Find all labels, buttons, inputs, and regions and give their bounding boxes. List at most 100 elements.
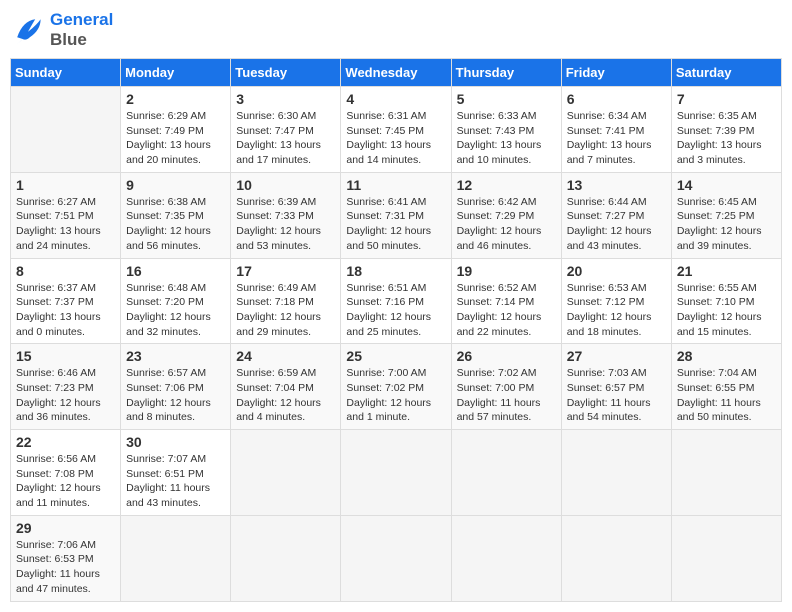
day-info: Sunrise: 6:49 AMSunset: 7:18 PMDaylight:… (236, 281, 335, 340)
logo-icon (10, 12, 46, 48)
header-sunday: Sunday (11, 59, 121, 87)
calendar-cell (561, 515, 671, 601)
calendar-cell: 26 Sunrise: 7:02 AMSunset: 7:00 PMDayligh… (451, 344, 561, 430)
calendar-cell: 22Sunrise: 6:56 AMSunset: 7:08 PMDayligh… (11, 430, 121, 516)
calendar-cell: 15 Sunrise: 6:46 AMSunset: 7:23 PMDayligh… (11, 344, 121, 430)
day-number: 11 (346, 177, 445, 193)
calendar-cell (561, 430, 671, 516)
day-number: 24 (236, 348, 335, 364)
day-number: 29 (16, 520, 115, 536)
day-info: Sunrise: 7:07 AMSunset: 6:51 PMDaylight:… (126, 452, 225, 511)
day-info: Sunrise: 6:48 AMSunset: 7:20 PMDaylight:… (126, 281, 225, 340)
calendar-cell (671, 515, 781, 601)
calendar-cell: 10 Sunrise: 6:39 AMSunset: 7:33 PMDayligh… (231, 172, 341, 258)
calendar-cell (451, 430, 561, 516)
day-number: 9 (126, 177, 225, 193)
day-number: 15 (16, 348, 115, 364)
calendar-cell: 27Sunrise: 7:03 AMSunset: 6:57 PMDayligh… (561, 344, 671, 430)
day-info: Sunrise: 6:37 AMSunset: 7:37 PMDaylight:… (16, 281, 115, 340)
day-info: Sunrise: 6:44 AMSunset: 7:27 PMDaylight:… (567, 195, 666, 254)
calendar-cell: 24 Sunrise: 6:59 AMSunset: 7:04 PMDayligh… (231, 344, 341, 430)
logo-text: General Blue (50, 10, 113, 50)
day-info: Sunrise: 6:52 AMSunset: 7:14 PMDaylight:… (457, 281, 556, 340)
day-info: Sunrise: 6:39 AMSunset: 7:33 PMDaylight:… (236, 195, 335, 254)
calendar-cell: 2 Sunrise: 6:29 AMSunset: 7:49 PMDaylight… (121, 87, 231, 173)
calendar-cell: 19 Sunrise: 6:52 AMSunset: 7:14 PMDayligh… (451, 258, 561, 344)
day-number: 19 (457, 263, 556, 279)
calendar-cell: 3Sunrise: 6:30 AMSunset: 7:47 PMDaylight… (231, 87, 341, 173)
header-monday: Monday (121, 59, 231, 87)
calendar-cell: 23 Sunrise: 6:57 AMSunset: 7:06 PMDayligh… (121, 344, 231, 430)
day-number: 7 (677, 91, 776, 107)
calendar-cell: 17 Sunrise: 6:49 AMSunset: 7:18 PMDayligh… (231, 258, 341, 344)
day-number: 8 (16, 263, 115, 279)
day-number: 25 (346, 348, 445, 364)
day-number: 28 (677, 348, 776, 364)
header-friday: Friday (561, 59, 671, 87)
day-number: 12 (457, 177, 556, 193)
calendar-week-row: 8 Sunrise: 6:37 AMSunset: 7:37 PMDaylight… (11, 258, 782, 344)
calendar-cell (341, 430, 451, 516)
header-wednesday: Wednesday (341, 59, 451, 87)
day-number: 14 (677, 177, 776, 193)
day-number: 17 (236, 263, 335, 279)
calendar-week-row: 1 Sunrise: 6:27 AMSunset: 7:51 PMDaylight… (11, 172, 782, 258)
calendar-cell: 9 Sunrise: 6:38 AMSunset: 7:35 PMDaylight… (121, 172, 231, 258)
logo: General Blue (10, 10, 113, 50)
calendar-cell (341, 515, 451, 601)
day-info: Sunrise: 6:53 AMSunset: 7:12 PMDaylight:… (567, 281, 666, 340)
calendar-cell (231, 515, 341, 601)
day-number: 16 (126, 263, 225, 279)
calendar-cell: 1 Sunrise: 6:27 AMSunset: 7:51 PMDaylight… (11, 172, 121, 258)
day-number: 30 (126, 434, 225, 450)
day-info: Sunrise: 6:41 AMSunset: 7:31 PMDaylight:… (346, 195, 445, 254)
calendar-cell: 29Sunrise: 7:06 AMSunset: 6:53 PMDayligh… (11, 515, 121, 601)
calendar-cell: 11 Sunrise: 6:41 AMSunset: 7:31 PMDayligh… (341, 172, 451, 258)
calendar-cell: 4Sunrise: 6:31 AMSunset: 7:45 PMDaylight… (341, 87, 451, 173)
day-number: 10 (236, 177, 335, 193)
calendar-cell (121, 515, 231, 601)
calendar-header-row: SundayMondayTuesdayWednesdayThursdayFrid… (11, 59, 782, 87)
calendar-cell (671, 430, 781, 516)
day-number: 5 (457, 91, 556, 107)
day-number: 4 (346, 91, 445, 107)
day-info: Sunrise: 6:46 AMSunset: 7:23 PMDaylight:… (16, 366, 115, 425)
calendar-week-row: 22Sunrise: 6:56 AMSunset: 7:08 PMDayligh… (11, 430, 782, 516)
calendar-cell: 25 Sunrise: 7:00 AMSunset: 7:02 PMDayligh… (341, 344, 451, 430)
calendar-cell: 8 Sunrise: 6:37 AMSunset: 7:37 PMDaylight… (11, 258, 121, 344)
day-number: 26 (457, 348, 556, 364)
calendar-cell: 28Sunrise: 7:04 AMSunset: 6:55 PMDayligh… (671, 344, 781, 430)
day-number: 1 (16, 177, 115, 193)
day-number: 13 (567, 177, 666, 193)
day-info: Sunrise: 6:27 AMSunset: 7:51 PMDaylight:… (16, 195, 115, 254)
calendar-cell: 16 Sunrise: 6:48 AMSunset: 7:20 PMDayligh… (121, 258, 231, 344)
page-header: General Blue (10, 10, 782, 50)
calendar-week-row: 2 Sunrise: 6:29 AMSunset: 7:49 PMDaylight… (11, 87, 782, 173)
day-info: Sunrise: 7:03 AMSunset: 6:57 PMDaylight:… (567, 366, 666, 425)
day-info: Sunrise: 6:29 AMSunset: 7:49 PMDaylight:… (126, 109, 225, 168)
day-info: Sunrise: 7:00 AMSunset: 7:02 PMDaylight:… (346, 366, 445, 425)
day-number: 6 (567, 91, 666, 107)
day-info: Sunrise: 6:57 AMSunset: 7:06 PMDaylight:… (126, 366, 225, 425)
calendar-week-row: 15 Sunrise: 6:46 AMSunset: 7:23 PMDayligh… (11, 344, 782, 430)
calendar-cell (11, 87, 121, 173)
day-info: Sunrise: 6:33 AMSunset: 7:43 PMDaylight:… (457, 109, 556, 168)
header-tuesday: Tuesday (231, 59, 341, 87)
day-info: Sunrise: 6:38 AMSunset: 7:35 PMDaylight:… (126, 195, 225, 254)
day-number: 22 (16, 434, 115, 450)
header-thursday: Thursday (451, 59, 561, 87)
calendar-cell: 5 Sunrise: 6:33 AMSunset: 7:43 PMDaylight… (451, 87, 561, 173)
day-info: Sunrise: 6:59 AMSunset: 7:04 PMDaylight:… (236, 366, 335, 425)
calendar-cell: 7 Sunrise: 6:35 AMSunset: 7:39 PMDaylight… (671, 87, 781, 173)
day-info: Sunrise: 6:35 AMSunset: 7:39 PMDaylight:… (677, 109, 776, 168)
calendar-cell: 12Sunrise: 6:42 AMSunset: 7:29 PMDayligh… (451, 172, 561, 258)
day-info: Sunrise: 6:34 AMSunset: 7:41 PMDaylight:… (567, 109, 666, 168)
calendar-cell (231, 430, 341, 516)
calendar-week-row: 29Sunrise: 7:06 AMSunset: 6:53 PMDayligh… (11, 515, 782, 601)
calendar-cell: 18Sunrise: 6:51 AMSunset: 7:16 PMDayligh… (341, 258, 451, 344)
day-number: 21 (677, 263, 776, 279)
day-number: 2 (126, 91, 225, 107)
calendar-cell: 13 Sunrise: 6:44 AMSunset: 7:27 PMDayligh… (561, 172, 671, 258)
day-number: 23 (126, 348, 225, 364)
day-info: Sunrise: 7:02 AMSunset: 7:00 PMDaylight:… (457, 366, 556, 425)
